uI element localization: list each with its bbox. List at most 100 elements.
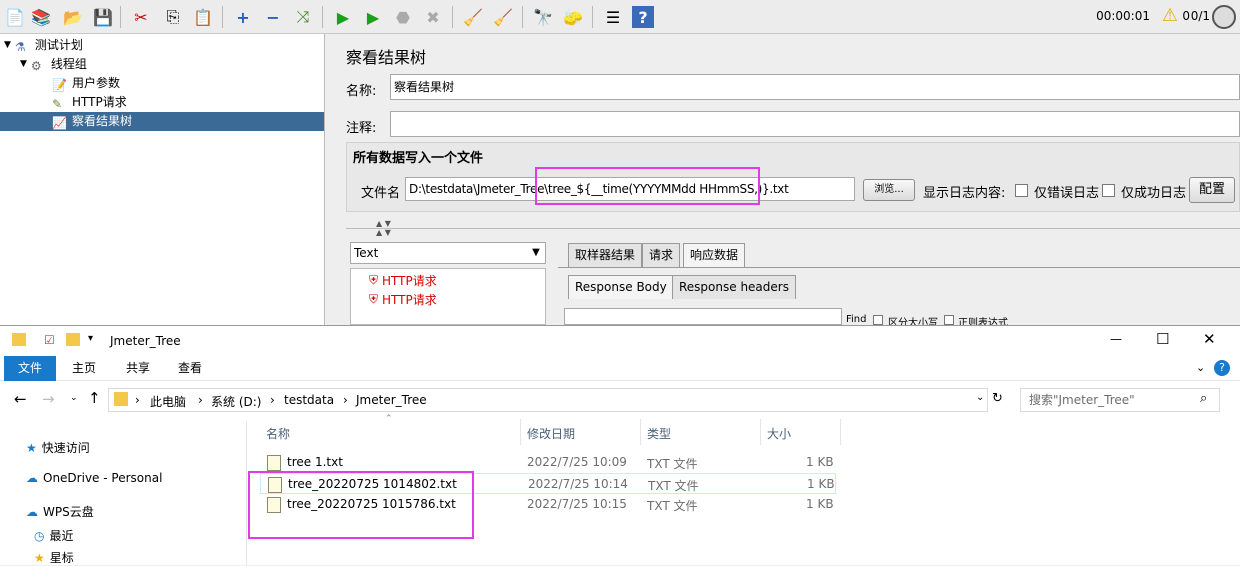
reset-search-icon[interactable]: 🧽 (562, 6, 584, 28)
ribbon-expand-icon[interactable]: ⌄ (1196, 361, 1205, 374)
new-files-highlight (248, 471, 474, 539)
minimize-button[interactable]: — (1110, 332, 1122, 346)
panel-title: 察看结果树 (346, 48, 427, 67)
expand-icon[interactable]: + (232, 6, 254, 28)
http-request-icon: ✎ (52, 96, 63, 111)
ribbon-tab-file[interactable]: 文件 (4, 356, 57, 381)
success-only-label: 仅成功日志 (1121, 186, 1187, 201)
up-icon[interactable]: ↑ (88, 389, 101, 407)
success-only-checkbox[interactable] (1102, 184, 1115, 197)
help-icon[interactable]: ? (1214, 360, 1230, 376)
file-row[interactable]: tree 1.txt 2022/7/25 10:09 TXT 文件 1 KB (260, 452, 836, 473)
comment-label: 注释: (346, 121, 377, 136)
nav-recent[interactable]: ◷ 最近 (34, 527, 74, 544)
search-input[interactable]: 搜索"Jmeter_Tree" (1020, 388, 1220, 412)
nav-onedrive[interactable]: ☁ OneDrive - Personal (26, 471, 162, 485)
column-name[interactable]: 名称 (266, 425, 290, 442)
new-icon[interactable]: 📄 (4, 6, 26, 28)
tree-item-http-request[interactable]: ✎ HTTP请求 (52, 93, 127, 112)
log-label: 显示日志内容: (923, 186, 1006, 201)
refresh-icon[interactable]: ↻ (992, 391, 1003, 406)
paste-icon[interactable]: 📋 (192, 6, 214, 28)
ribbon-tab-share[interactable]: 共享 (112, 356, 164, 381)
column-type[interactable]: 类型 (647, 425, 671, 442)
collapse-icon[interactable]: − (262, 6, 284, 28)
tree-item-view-results-tree[interactable]: 📈 察看结果树 (0, 112, 324, 131)
cut-icon[interactable]: ✂ (130, 6, 152, 28)
save-icon[interactable]: 💾 (92, 6, 114, 28)
title-bar: ☑ ▾ Jmeter_Tree — ☐ ✕ (0, 326, 1240, 356)
quick-access-dropdown-icon[interactable]: ▾ (88, 333, 93, 344)
clear-all-icon[interactable]: 🧹 (492, 6, 514, 28)
comment-input[interactable] (390, 111, 1240, 137)
start-no-pause-icon[interactable]: ▶ (362, 6, 384, 28)
configure-button[interactable]: 配置 (1189, 177, 1235, 203)
tree-item-user-params[interactable]: 📝 用户参数 (52, 74, 120, 93)
ribbon-tab-view[interactable]: 查看 (164, 356, 216, 381)
navigation-pane: ★ 快速访问 ☁ OneDrive - Personal ☁ WPS云盘 ◷ 最… (0, 421, 247, 566)
renderer-select[interactable]: Text (350, 242, 546, 264)
file-section: 所有数据写入一个文件 文件名 D:\testdata\Jmeter_Tree\t… (346, 142, 1240, 212)
nav-quick-access[interactable]: ★ 快速访问 (26, 439, 90, 456)
column-date[interactable]: 修改日期 (527, 425, 575, 442)
tab-response-headers[interactable]: Response headers (672, 275, 796, 299)
breadcrumb-drive[interactable]: 系统 (D:) (211, 393, 261, 410)
case-sensitive-checkbox[interactable] (873, 315, 883, 325)
toggle-icon[interactable]: ⤨ (292, 6, 314, 28)
function-helper-icon[interactable]: ☰ (602, 6, 624, 28)
tab-response-body[interactable]: Response Body (568, 275, 674, 299)
properties-icon[interactable]: ☑ (44, 333, 55, 347)
name-input[interactable]: 察看结果树 (390, 74, 1240, 100)
nav-starred[interactable]: ★ 星标 (34, 549, 74, 566)
warning-count: 0 (1182, 9, 1190, 23)
help-icon[interactable]: ? (632, 6, 654, 28)
elapsed-timer: 00:00:01 (1096, 9, 1150, 23)
address-dropdown-icon[interactable]: ⌄ (976, 392, 984, 403)
folder-icon (114, 392, 128, 406)
templates-icon[interactable]: 📚 (30, 6, 52, 28)
name-label: 名称: (346, 84, 377, 99)
remote-status-icon[interactable] (1212, 5, 1236, 29)
test-plan-tree: ▼ ⚗ 测试计划 ▼ ⚙ 线程组 📝 用户参数 ✎ HTTP请求 📈 察看结果树 (0, 34, 325, 325)
list-item[interactable]: ⛨ HTTP请求 (369, 272, 437, 289)
new-folder-icon[interactable] (66, 333, 80, 346)
shutdown-icon[interactable]: ✖ (422, 6, 444, 28)
star-icon: ★ (34, 550, 45, 565)
back-icon[interactable]: ← (14, 390, 27, 408)
warning-icon[interactable]: ⚠ (1162, 5, 1178, 26)
tree-item-thread-group[interactable]: ▼ ⚙ 线程组 (20, 55, 87, 74)
filename-highlight (535, 167, 760, 205)
regex-checkbox[interactable] (944, 315, 954, 325)
copy-icon[interactable]: ⎘ (162, 6, 184, 28)
tree-item-test-plan[interactable]: ▼ ⚗ 测试计划 (4, 36, 83, 55)
star-icon: ★ (26, 440, 37, 455)
open-icon[interactable]: 📂 (62, 6, 84, 28)
recent-dropdown-icon[interactable]: ⌄ (70, 393, 78, 403)
folder-icon (12, 333, 26, 346)
errors-only-checkbox[interactable] (1015, 184, 1028, 197)
window-title: Jmeter_Tree (110, 334, 181, 348)
test-plan-icon: ⚗ (14, 39, 26, 54)
maximize-button[interactable]: ☐ (1156, 330, 1169, 348)
clear-icon[interactable]: 🧹 (462, 6, 484, 28)
nav-wps-cloud[interactable]: ☁ WPS云盘 (26, 503, 94, 520)
clock-icon: ◷ (34, 528, 45, 543)
close-button[interactable]: ✕ (1203, 330, 1216, 348)
chevron-down-icon[interactable]: ▼ (528, 244, 544, 262)
ribbon-tab-home[interactable]: 主页 (58, 356, 110, 381)
stop-icon[interactable]: ⬣ (392, 6, 414, 28)
forward-icon[interactable]: → (42, 390, 55, 408)
column-size[interactable]: 大小 (767, 425, 791, 442)
start-icon[interactable]: ▶ (332, 6, 354, 28)
browse-button[interactable]: 浏览... (863, 179, 915, 201)
file-explorer-window: ☑ ▾ Jmeter_Tree — ☐ ✕ 文件 主页 共享 查看 ⌄ ? ← … (0, 325, 1240, 566)
list-item[interactable]: ⛨ HTTP请求 (369, 291, 437, 308)
breadcrumb-jmeter-tree[interactable]: Jmeter_Tree (356, 393, 427, 407)
search-icon[interactable]: 🔭 (532, 6, 554, 28)
tab-request[interactable]: 请求 (642, 243, 681, 267)
find-input[interactable] (564, 308, 842, 325)
breadcrumb-this-pc[interactable]: 此电脑 (150, 393, 186, 410)
tab-response-data[interactable]: 响应数据 (683, 243, 746, 267)
breadcrumb-testdata[interactable]: testdata (284, 393, 334, 407)
tab-sampler-result[interactable]: 取样器结果 (568, 243, 643, 267)
